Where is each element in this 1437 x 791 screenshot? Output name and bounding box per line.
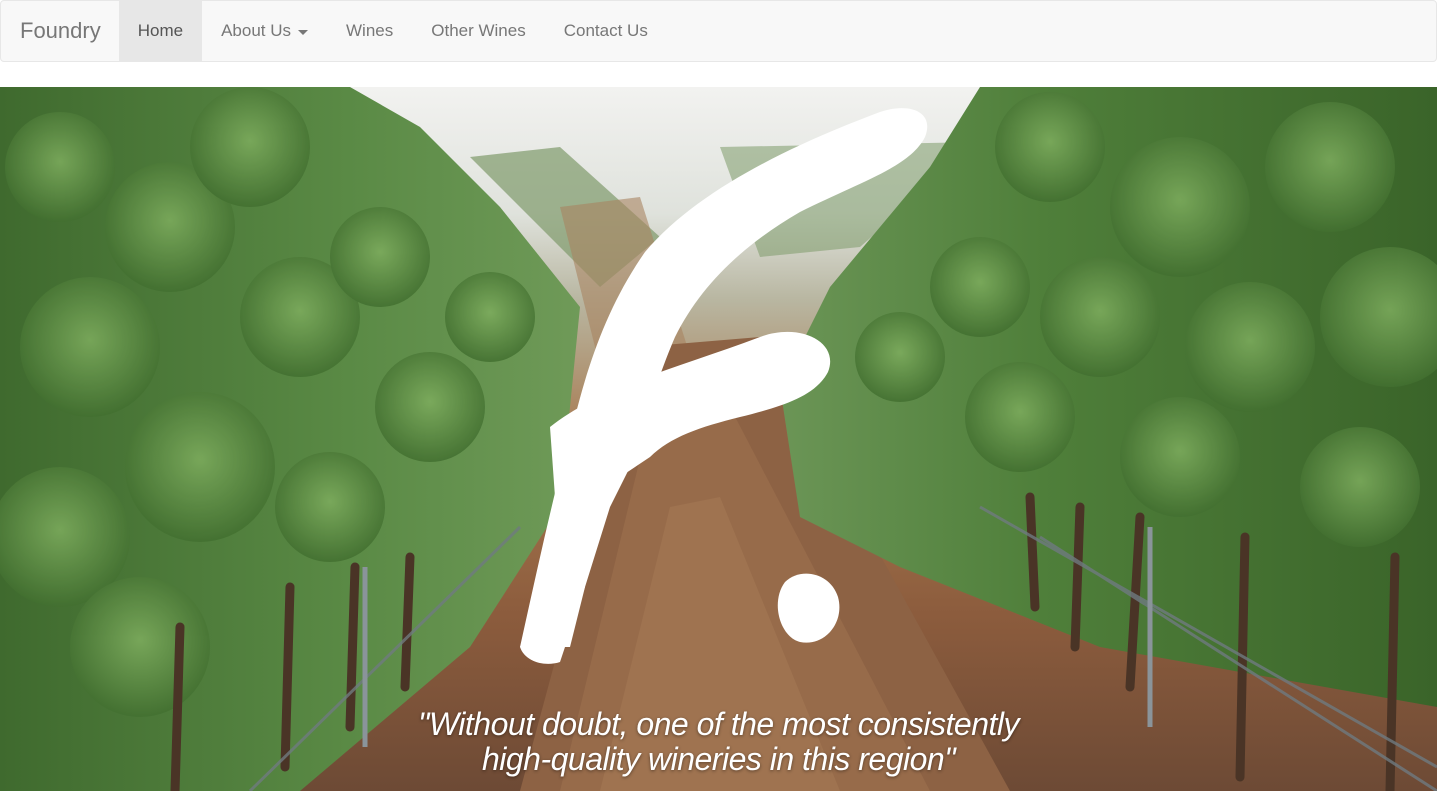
nav-item-about-us[interactable]: About Us	[202, 1, 327, 61]
vineyard-background-image	[0, 87, 1437, 791]
hero-banner: "Without doubt, one of the most consiste…	[0, 87, 1437, 791]
nav-item-contact-us-label: Contact Us	[563, 21, 648, 40]
nav-item-wines-label: Wines	[346, 21, 394, 40]
nav-item-wines[interactable]: Wines	[327, 1, 412, 61]
hero-quote: "Without doubt, one of the most consiste…	[0, 707, 1437, 777]
nav-item-home[interactable]: Home	[118, 1, 203, 61]
nav-menu: Home About Us Wines Other Wines Contact …	[118, 1, 667, 61]
nav-item-other-wines[interactable]: Other Wines	[412, 1, 544, 61]
top-navbar: Foundry Home About Us Wines Other Wines …	[0, 0, 1437, 62]
brand-link[interactable]: Foundry	[1, 1, 119, 61]
hero-quote-line-2: high-quality wineries in this region"	[481, 741, 956, 777]
caret-down-icon	[298, 29, 309, 35]
hero-quote-line-1: "Without doubt, one of the most consiste…	[418, 706, 1019, 742]
nav-item-home-label: Home	[137, 21, 184, 40]
nav-item-contact-us[interactable]: Contact Us	[545, 1, 667, 61]
nav-item-about-us-label: About Us	[221, 21, 292, 40]
nav-item-other-wines-label: Other Wines	[431, 21, 526, 40]
